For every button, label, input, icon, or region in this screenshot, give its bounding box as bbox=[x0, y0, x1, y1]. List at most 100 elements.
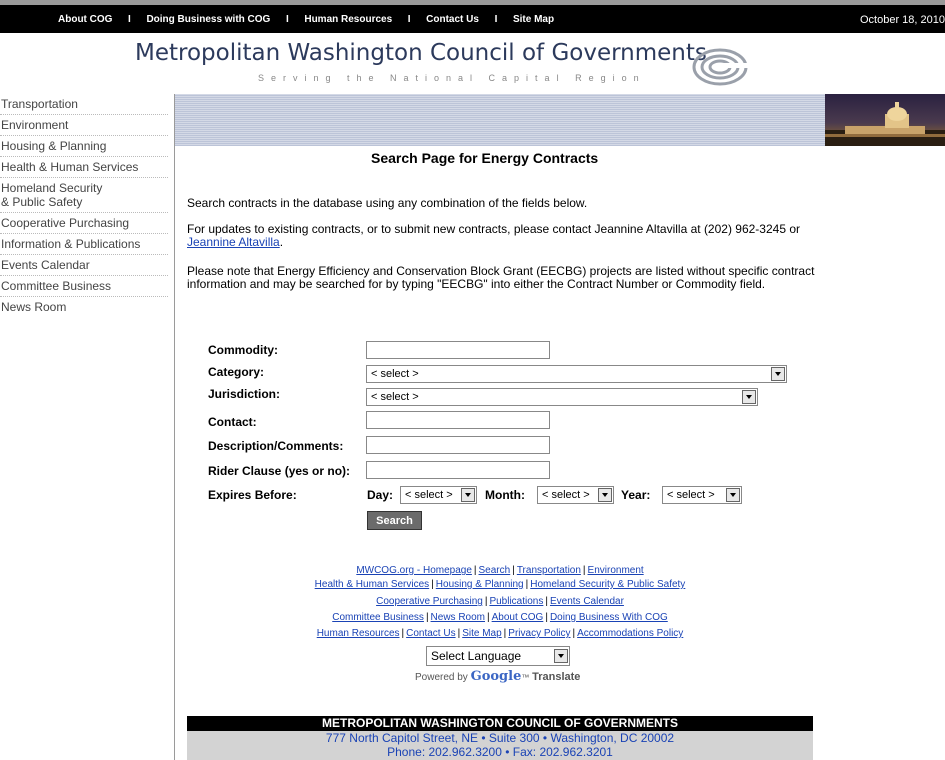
footer-link-homepage[interactable]: MWCOG.org - Homepage bbox=[356, 565, 472, 576]
sidebar-item-health-human-services[interactable]: Health & Human Services bbox=[0, 157, 168, 178]
google-logo[interactable]: Google bbox=[471, 669, 522, 684]
intro-text: Search contracts in the database using a… bbox=[187, 196, 588, 210]
footer-link-contact-us[interactable]: Contact Us bbox=[406, 628, 455, 639]
category-select-value: < select > bbox=[371, 368, 419, 380]
footer-link-privacy-policy[interactable]: Privacy Policy bbox=[508, 628, 570, 639]
month-select-value: < select > bbox=[542, 489, 590, 501]
contact-label: Contact: bbox=[208, 415, 257, 429]
year-select-value: < select > bbox=[667, 489, 715, 501]
top-nav-separator: I bbox=[407, 14, 411, 25]
powered-by-text: Powered by bbox=[415, 672, 468, 683]
jurisdiction-select[interactable]: < select > bbox=[366, 388, 758, 406]
footer-link-committee-business[interactable]: Committee Business bbox=[332, 612, 424, 623]
footer-links-row-5: Human Resources | Contact Us | Site Map | Priv… bbox=[175, 627, 825, 640]
sidebar-item-transportation[interactable]: Transportation bbox=[0, 94, 168, 115]
footer-link-human-resources[interactable]: Human Resources bbox=[317, 628, 400, 639]
updates-text: For updates to existing contracts, or to… bbox=[187, 222, 801, 236]
top-nav-doing-business[interactable]: Doing Business with COG bbox=[146, 14, 270, 25]
chevron-down-icon[interactable] bbox=[554, 649, 568, 663]
jurisdiction-select-value: < select > bbox=[371, 391, 419, 403]
footer-link-events-calendar[interactable]: Events Calendar bbox=[550, 596, 624, 607]
footer-link-separator: | bbox=[512, 565, 515, 576]
contact-email-link[interactable]: Jeannine Altavilla bbox=[187, 235, 280, 249]
page-title: Search Page for Energy Contracts bbox=[371, 150, 599, 166]
updates-paragraph: For updates to existing contracts, or to… bbox=[187, 223, 827, 249]
footer-address: 777 North Capitol Street, NE • Suite 300… bbox=[325, 731, 675, 745]
sidebar-item-committee-business[interactable]: Committee Business bbox=[0, 276, 168, 297]
striped-banner bbox=[175, 94, 825, 146]
day-select-value: < select > bbox=[405, 489, 453, 501]
footer-links-row-4: Committee Business | News Room | About COG | D… bbox=[175, 611, 825, 624]
footer-links-row-1: MWCOG.org - Homepage | Search | Transportati… bbox=[175, 564, 825, 577]
footer-link-cooperative-purchasing[interactable]: Cooperative Purchasing bbox=[376, 596, 483, 607]
description-input[interactable] bbox=[366, 436, 550, 454]
footer-link-separator: | bbox=[473, 565, 477, 576]
top-nav-about-cog[interactable]: About COG bbox=[58, 14, 112, 25]
chevron-down-icon[interactable] bbox=[742, 390, 756, 404]
footer-link-news-room[interactable]: News Room bbox=[431, 612, 485, 623]
chevron-down-icon[interactable] bbox=[461, 488, 475, 502]
footer-link-separator: | bbox=[484, 596, 488, 607]
sidebar-item-information-publications[interactable]: Information & Publications bbox=[0, 234, 168, 255]
footer-links-row-2: Health & Human Services | Housing & Planni… bbox=[175, 578, 825, 591]
sidebar-item-housing-planning[interactable]: Housing & Planning bbox=[0, 136, 168, 157]
expires-before-label: Expires Before: bbox=[208, 488, 297, 502]
year-select[interactable]: < select > bbox=[662, 486, 742, 504]
day-label: Day: bbox=[367, 488, 394, 502]
footer-link-separator: | bbox=[572, 628, 576, 639]
footer-link-separator: | bbox=[545, 612, 548, 623]
sidebar-item-environment[interactable]: Environment bbox=[0, 115, 168, 136]
footer-link-separator: | bbox=[425, 612, 429, 623]
rider-clause-label: Rider Clause (yes or no): bbox=[208, 464, 351, 478]
day-select[interactable]: < select > bbox=[400, 486, 477, 504]
footer-link-publications[interactable]: Publications bbox=[489, 596, 543, 607]
footer-link-separator: | bbox=[457, 628, 461, 639]
rider-clause-input[interactable] bbox=[366, 461, 550, 479]
top-nav-separator: I bbox=[494, 14, 498, 25]
footer-link-separator: | bbox=[503, 628, 507, 639]
capitol-photo bbox=[825, 94, 945, 146]
footer-link-separator: | bbox=[582, 565, 586, 576]
sidebar-item-cooperative-purchasing[interactable]: Cooperative Purchasing bbox=[0, 213, 168, 234]
top-nav-site-map[interactable]: Site Map bbox=[513, 14, 554, 25]
site-header: Metropolitan Washington Council of Gover… bbox=[0, 33, 945, 93]
footer-link-housing[interactable]: Housing & Planning bbox=[436, 579, 524, 590]
jurisdiction-label: Jurisdiction: bbox=[208, 387, 281, 401]
chevron-down-icon[interactable] bbox=[598, 488, 612, 502]
footer-link-search[interactable]: Search bbox=[479, 565, 511, 576]
top-nav: About COG I Doing Business with COG I Human … bbox=[58, 14, 554, 25]
search-button[interactable]: Search bbox=[367, 511, 422, 530]
site-title: Metropolitan Washington Council of Gover… bbox=[135, 40, 707, 66]
footer-link-homeland-security[interactable]: Homeland Security & Public Safety bbox=[530, 579, 685, 590]
sidebar-item-news-room[interactable]: News Room bbox=[0, 297, 168, 317]
footer-link-separator: | bbox=[487, 612, 490, 623]
sidebar-item-events-calendar[interactable]: Events Calendar bbox=[0, 255, 168, 276]
sidebar-item-label: & Public Safety bbox=[1, 195, 83, 209]
description-label: Description/Comments: bbox=[208, 439, 344, 453]
category-select[interactable]: < select > bbox=[366, 365, 787, 383]
footer-link-about-cog[interactable]: About COG bbox=[492, 612, 544, 623]
top-nav-human-resources[interactable]: Human Resources bbox=[304, 14, 392, 25]
left-sidebar-nav: Transportation Environment Housing & Pla… bbox=[0, 94, 168, 317]
month-label: Month: bbox=[485, 488, 525, 502]
footer-link-environment[interactable]: Environment bbox=[588, 565, 644, 576]
trademark-symbol: ™ bbox=[521, 673, 530, 682]
contact-input[interactable] bbox=[366, 411, 550, 429]
commodity-input[interactable] bbox=[366, 341, 550, 359]
chevron-down-icon[interactable] bbox=[726, 488, 740, 502]
top-nav-contact-us[interactable]: Contact Us bbox=[426, 14, 479, 25]
language-select[interactable]: Select Language bbox=[426, 646, 570, 666]
footer-link-transportation[interactable]: Transportation bbox=[517, 565, 581, 576]
footer-link-site-map[interactable]: Site Map bbox=[462, 628, 501, 639]
sidebar-item-homeland-security[interactable]: Homeland Security & Public Safety bbox=[0, 178, 168, 213]
footer-link-accommodations-policy[interactable]: Accommodations Policy bbox=[577, 628, 683, 639]
top-nav-separator: I bbox=[285, 14, 289, 25]
footer-link-health[interactable]: Health & Human Services bbox=[315, 579, 430, 590]
cog-spiral-logo-icon[interactable] bbox=[690, 47, 750, 87]
month-select[interactable]: < select > bbox=[537, 486, 614, 504]
footer-link-doing-business[interactable]: Doing Business With COG bbox=[550, 612, 668, 623]
footer-phone: Phone: 202.962.3200 • Fax: 202.962.3201 bbox=[387, 745, 613, 759]
top-navigation-bar: About COG I Doing Business with COG I Human … bbox=[0, 5, 945, 33]
chevron-down-icon[interactable] bbox=[771, 367, 785, 381]
footer-links-row-3: Cooperative Purchasing | Publications | Even… bbox=[175, 595, 825, 608]
